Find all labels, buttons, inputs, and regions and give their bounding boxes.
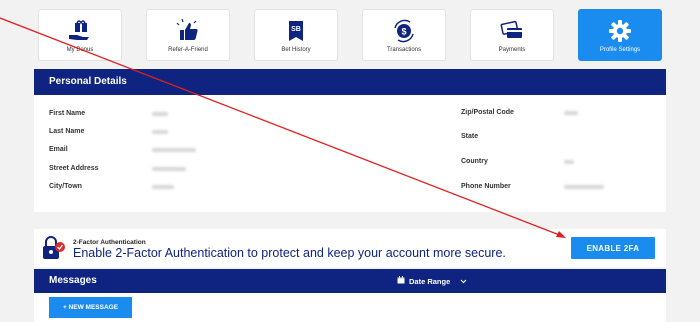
- country-value: [564, 160, 574, 164]
- zip-code-value: [564, 111, 578, 115]
- calendar-icon: [397, 276, 405, 286]
- svg-text:SB: SB: [291, 26, 301, 33]
- two-factor-banner: 2-Factor Authentication Enable 2-Factor …: [34, 229, 666, 267]
- street-address-value: [152, 167, 186, 171]
- tab-label: Payments: [498, 47, 526, 53]
- tab-profile-settings[interactable]: Profile Settings: [578, 9, 662, 61]
- country-label: Country: [461, 158, 488, 165]
- date-range-label: Date Range: [409, 276, 451, 286]
- last-name-value: [152, 130, 168, 134]
- gear-icon: [607, 18, 633, 44]
- first-name-label: First Name: [49, 110, 86, 117]
- enable-2fa-button[interactable]: ENABLE 2FA: [571, 237, 655, 259]
- phone-number-value: [564, 185, 604, 189]
- tab-payments[interactable]: Payments: [470, 9, 554, 61]
- phone-number-label: Phone Number: [461, 183, 511, 190]
- city-town-label: City/Town: [49, 183, 82, 190]
- tab-label: Transactions: [386, 47, 422, 53]
- credit-cards-icon: [499, 18, 525, 44]
- svg-text:$: $: [401, 27, 406, 37]
- personal-details-panel: Personal Details First Name Last Name Em…: [34, 69, 666, 212]
- tab-bet-history[interactable]: SB Bet History: [254, 9, 338, 61]
- bet-slip-icon: SB: [283, 18, 309, 44]
- messages-header: Messages Date Range: [34, 269, 666, 293]
- city-town-value: [152, 185, 174, 189]
- new-message-button[interactable]: + NEW MESSAGE: [49, 297, 132, 318]
- gift-hand-icon: [67, 18, 93, 44]
- personal-details-title: Personal Details: [34, 69, 666, 95]
- tab-refer-a-friend[interactable]: Refer-A-Friend: [146, 9, 230, 61]
- tab-label: Profile Settings: [599, 47, 641, 53]
- date-range-dropdown[interactable]: Date Range: [397, 276, 467, 286]
- tab-my-bonus[interactable]: My Bonus: [38, 9, 122, 61]
- zip-code-label: Zip/Postal Code: [461, 109, 514, 116]
- two-factor-message: Enable 2-Factor Authentication to protec…: [73, 246, 506, 260]
- messages-body: + NEW MESSAGE: [34, 293, 666, 322]
- email-value: [152, 148, 196, 152]
- street-address-label: Street Address: [49, 165, 99, 172]
- state-label: State: [461, 133, 479, 140]
- two-factor-heading: 2-Factor Authentication: [73, 239, 146, 246]
- dollar-cycle-icon: $: [391, 18, 417, 44]
- last-name-label: Last Name: [49, 128, 85, 135]
- tab-label: My Bonus: [66, 47, 94, 53]
- first-name-value: [152, 112, 168, 116]
- thumbs-up-icon: [175, 18, 201, 44]
- tab-transactions[interactable]: $ Transactions: [362, 9, 446, 61]
- chevron-down-icon: [460, 277, 467, 286]
- messages-title: Messages: [49, 275, 97, 286]
- tab-label: Bet History: [281, 47, 311, 53]
- lock-check-icon: [42, 235, 66, 266]
- email-label: Email: [49, 146, 68, 153]
- tab-label: Refer-A-Friend: [168, 47, 208, 53]
